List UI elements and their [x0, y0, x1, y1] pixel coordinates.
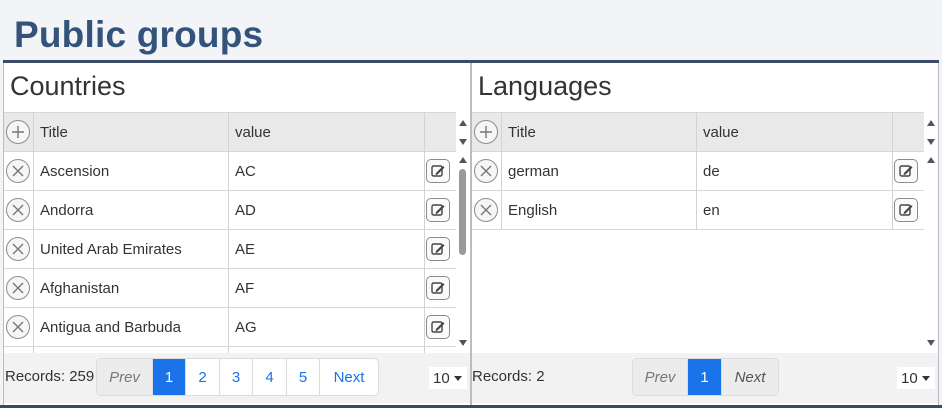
table-row: Antigua and Barbuda AG	[4, 308, 456, 347]
pencil-square-icon[interactable]	[894, 159, 918, 183]
page-frame: Public groups Countries Title value Asce…	[0, 0, 942, 408]
table-row: Afghanistan AF	[4, 269, 456, 308]
triangle-up-icon[interactable]	[458, 156, 468, 164]
pencil-square-icon[interactable]	[426, 237, 450, 261]
pencil-square-icon[interactable]	[426, 276, 450, 300]
plus-icon[interactable]	[6, 120, 30, 144]
countries-header-actions	[425, 113, 456, 151]
languages-add-cell	[472, 113, 502, 151]
languages-header-title[interactable]: Title	[502, 113, 697, 151]
countries-page-size-select[interactable]: 10	[429, 367, 467, 389]
row-title: Andorra	[34, 191, 229, 229]
languages-header-actions	[893, 113, 924, 151]
triangle-down-icon[interactable]	[458, 138, 468, 146]
row-value: AD	[229, 191, 425, 229]
page-size-value: 10	[901, 369, 918, 387]
countries-header-value[interactable]: value	[229, 113, 425, 151]
countries-scrollbar-thumb[interactable]	[459, 169, 466, 255]
table-row: Ascension AC	[4, 152, 456, 191]
countries-record-count: Records: 259	[5, 368, 95, 385]
pagination-next[interactable]: Next	[320, 359, 378, 395]
row-delete-cell	[4, 308, 34, 346]
triangle-up-icon[interactable]	[458, 119, 468, 127]
languages-header-value[interactable]: value	[697, 113, 893, 151]
row-edit-cell	[425, 308, 456, 346]
countries-grid-header: Title value	[4, 112, 456, 152]
row-title: English	[502, 191, 697, 229]
languages-page-size-select[interactable]: 10	[897, 367, 935, 389]
pencil-square-icon[interactable]	[426, 159, 450, 183]
table-row: german de	[472, 152, 924, 191]
pagination-page-5[interactable]: 5	[287, 359, 320, 395]
row-title: Ascension	[34, 152, 229, 190]
pagination-page-3[interactable]: 3	[220, 359, 253, 395]
row-value: AG	[229, 308, 425, 346]
row-edit-cell	[425, 152, 456, 190]
languages-pagination: Prev 1 Next	[632, 358, 779, 396]
triangle-down-icon[interactable]	[926, 138, 936, 146]
row-value: de	[697, 152, 893, 190]
x-icon[interactable]	[6, 198, 30, 222]
pagination-next[interactable]: Next	[722, 359, 778, 395]
row-edit-cell	[425, 269, 456, 307]
countries-panel: Countries Title value Ascension AC Andor…	[3, 63, 471, 405]
triangle-down-icon[interactable]	[926, 339, 936, 347]
x-icon[interactable]	[6, 276, 30, 300]
triangle-down-icon[interactable]	[458, 339, 468, 347]
pencil-square-icon[interactable]	[426, 198, 450, 222]
countries-pagination: Prev 1 2 3 4 5 Next	[96, 358, 379, 396]
x-icon[interactable]	[6, 315, 30, 339]
row-title: United Arab Emirates	[34, 230, 229, 268]
x-icon[interactable]	[474, 159, 498, 183]
row-title: Antigua and Barbuda	[34, 308, 229, 346]
x-icon[interactable]	[474, 198, 498, 222]
countries-header-title[interactable]: Title	[34, 113, 229, 151]
row-value: en	[697, 191, 893, 229]
pagination-page-1[interactable]: 1	[153, 359, 186, 395]
pagination-prev[interactable]: Prev	[97, 359, 153, 395]
row-value: AF	[229, 269, 425, 307]
row-edit-cell	[893, 152, 924, 190]
languages-panel: Languages Title value german de English …	[471, 63, 939, 405]
chevron-down-icon	[921, 375, 930, 381]
table-row: United Arab Emirates AE	[4, 230, 456, 269]
pencil-square-icon[interactable]	[426, 315, 450, 339]
row-delete-cell	[4, 191, 34, 229]
row-delete-cell	[4, 152, 34, 190]
pagination-page-2[interactable]: 2	[186, 359, 220, 395]
row-delete-cell	[4, 230, 34, 268]
chevron-down-icon	[453, 375, 462, 381]
triangle-up-icon[interactable]	[926, 156, 936, 164]
table-row: English en	[472, 191, 924, 230]
pencil-square-icon[interactable]	[894, 198, 918, 222]
languages-record-count: Records: 2	[472, 368, 545, 385]
row-delete-cell	[472, 152, 502, 190]
languages-grid-header: Title value	[472, 112, 924, 152]
pagination-prev[interactable]: Prev	[633, 359, 688, 395]
page-title: Public groups	[14, 14, 264, 55]
x-icon[interactable]	[6, 159, 30, 183]
row-value: AC	[229, 152, 425, 190]
countries-add-cell	[4, 113, 34, 151]
page-size-value: 10	[433, 369, 450, 387]
row-edit-cell	[425, 230, 456, 268]
table-row: Andorra AD	[4, 191, 456, 230]
row-edit-cell	[425, 191, 456, 229]
row-title: german	[502, 152, 697, 190]
plus-icon[interactable]	[474, 120, 498, 144]
pagination-page-4[interactable]: 4	[253, 359, 287, 395]
row-edit-cell	[893, 191, 924, 229]
triangle-up-icon[interactable]	[926, 119, 936, 127]
countries-footer: Records: 259 Prev 1 2 3 4 5 Next 10	[4, 353, 470, 403]
pagination-page-1[interactable]: 1	[688, 359, 722, 395]
row-value: AE	[229, 230, 425, 268]
x-icon[interactable]	[6, 237, 30, 261]
languages-panel-title: Languages	[478, 71, 612, 101]
row-title: Afghanistan	[34, 269, 229, 307]
row-delete-cell	[4, 269, 34, 307]
row-delete-cell	[472, 191, 502, 229]
languages-footer: Records: 2 Prev 1 Next 10	[472, 353, 938, 403]
countries-panel-title: Countries	[10, 71, 126, 101]
